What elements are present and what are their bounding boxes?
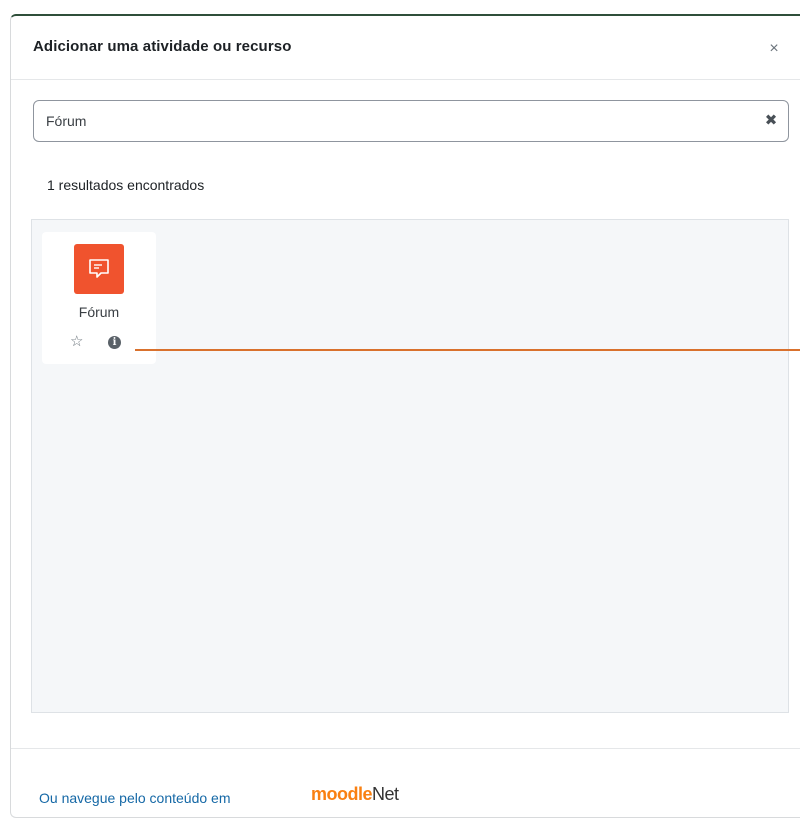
modal-footer: Ou navegue pelo conteúdo em moodleNet: [11, 748, 800, 819]
activity-chooser-modal: Adicionar uma atividade ou recurso × ✖ 1…: [10, 14, 800, 818]
search-box: ✖: [33, 100, 789, 142]
activity-item-forum[interactable]: Fórum ☆ i: [42, 232, 156, 364]
activity-name: Fórum: [78, 304, 120, 320]
search-input[interactable]: [46, 101, 726, 141]
top-strip: [0, 0, 800, 14]
moodlenet-link[interactable]: Ou navegue pelo conteúdo em: [39, 790, 230, 806]
close-icon: ×: [769, 40, 779, 57]
clear-search-button[interactable]: ✖: [762, 112, 780, 130]
page: Adicionar uma atividade ou recurso × ✖ 1…: [0, 0, 800, 819]
info-icon[interactable]: i: [108, 336, 121, 349]
speech-bubble-icon: [89, 259, 109, 278]
moodlenet-logo-net: Net: [372, 784, 399, 804]
forum-icon: [74, 244, 124, 294]
search-results-area: Fórum ☆ i: [31, 219, 789, 713]
moodlenet-logo[interactable]: moodleNet: [311, 783, 399, 805]
clear-icon: ✖: [764, 112, 778, 129]
annotation-line: [135, 349, 800, 351]
modal-title: Adicionar uma atividade ou recurso: [33, 38, 292, 55]
star-icon[interactable]: ☆: [70, 333, 83, 351]
modal-header: Adicionar uma atividade ou recurso ×: [11, 16, 800, 80]
card-actions: ☆ i: [70, 333, 130, 351]
results-count: 1 resultados encontrados: [47, 177, 205, 193]
moodlenet-logo-moodle: moodle: [311, 784, 373, 804]
close-button[interactable]: ×: [765, 40, 783, 58]
